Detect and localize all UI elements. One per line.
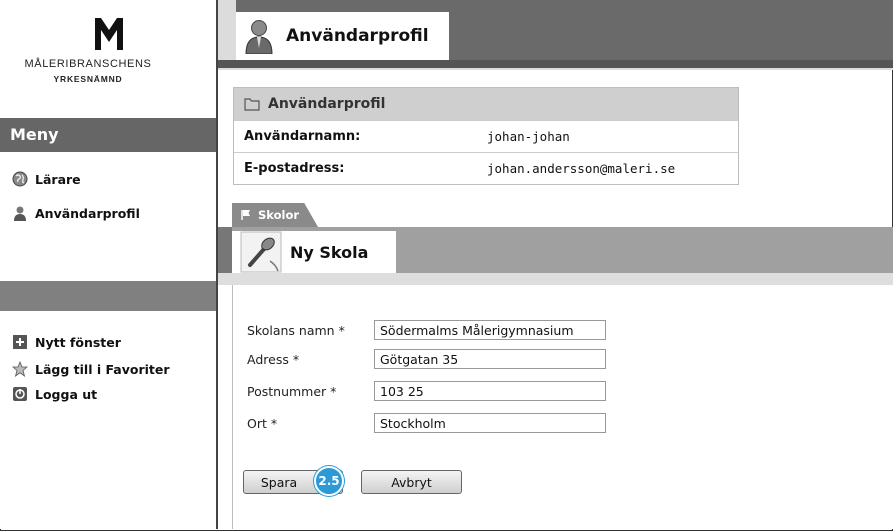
- page-title: Användarprofil: [286, 26, 429, 46]
- postal-code-field: Postnummer *: [247, 381, 606, 401]
- sidebar-item-label: Lägg till i Favoriter: [35, 361, 170, 377]
- sidebar-item-anvandarprofil[interactable]: Användarprofil: [12, 204, 140, 222]
- address-field: Adress *: [247, 349, 606, 369]
- profile-row-key: E-postadress:: [244, 161, 345, 176]
- step-badge: 2.5: [314, 466, 344, 496]
- section-title-tab: Ny Skola: [232, 231, 396, 273]
- profile-row: E-postadress: johan.andersson@maleri.se: [234, 152, 738, 184]
- profile-row-value: johan-johan: [487, 129, 570, 144]
- page-title-tab: Användarprofil: [236, 12, 449, 60]
- sidebar-item-logga-ut[interactable]: Logga ut: [12, 385, 97, 403]
- logo-text-line1: MÅLERIBRANSCHENS: [24, 58, 152, 70]
- logo: MÅLERIBRANSCHENS YRKESNÄMND: [0, 0, 216, 110]
- menu-separator: [0, 281, 216, 311]
- cancel-button[interactable]: Avbryt: [361, 470, 462, 494]
- city-field: Ort *: [247, 413, 606, 433]
- new-window-icon: [13, 335, 27, 349]
- logo-mark-icon: [95, 18, 123, 50]
- address-input[interactable]: [374, 349, 606, 369]
- logout-icon: [13, 387, 27, 401]
- sidebar-item-label: Logga ut: [35, 386, 98, 402]
- school-name-field: Skolans namn *: [247, 320, 606, 340]
- postal-code-input[interactable]: [374, 381, 606, 401]
- city-input[interactable]: [374, 413, 606, 433]
- sidebar-item-label: Nytt fönster: [35, 334, 121, 350]
- sidebar: MÅLERIBRANSCHENS YRKESNÄMND Meny Lärare …: [0, 0, 218, 529]
- profile-panel-title: Användarprofil: [268, 96, 386, 112]
- address-label: Adress *: [247, 351, 300, 367]
- sidebar-item-favoriter[interactable]: Lägg till i Favoriter: [12, 360, 170, 378]
- user-icon: [245, 20, 273, 54]
- tab-skolor-label: Skolor: [258, 208, 300, 222]
- sidebar-item-label: Lärare: [35, 171, 81, 187]
- favorites-icon: [12, 361, 28, 377]
- profile-row-key: Användarnamn:: [244, 129, 361, 144]
- sidebar-item-nytt-fonster[interactable]: Nytt fönster: [12, 333, 121, 351]
- sidebar-item-label: Användarprofil: [35, 205, 140, 221]
- city-label: Ort *: [247, 415, 278, 431]
- logo-text-line2: YRKESNÄMND: [53, 74, 123, 84]
- menu-heading: Meny: [0, 118, 216, 152]
- school-name-input[interactable]: [374, 320, 606, 340]
- folder-icon: [244, 98, 260, 111]
- flag-icon: [241, 210, 250, 220]
- save-button-label: Spara: [260, 474, 298, 490]
- tab-skolor[interactable]: Skolor: [232, 203, 318, 227]
- globe-icon: [12, 171, 28, 187]
- microphone-icon: [240, 231, 282, 273]
- section-strip: [218, 273, 893, 285]
- header-strip: [218, 60, 893, 68]
- profile-row-value: johan.andersson@maleri.se: [487, 161, 676, 176]
- sidebar-item-larare[interactable]: Lärare: [12, 170, 81, 188]
- profile-panel: Användarprofil Användarnamn: johan-johan…: [233, 87, 739, 185]
- section-title: Ny Skola: [290, 242, 369, 262]
- school-name-label: Skolans namn *: [247, 322, 345, 338]
- profile-row: Användarnamn: johan-johan: [234, 120, 738, 152]
- postal-code-label: Postnummer *: [247, 383, 337, 399]
- profile-panel-header: Användarprofil: [234, 88, 738, 120]
- user-icon: [14, 206, 26, 221]
